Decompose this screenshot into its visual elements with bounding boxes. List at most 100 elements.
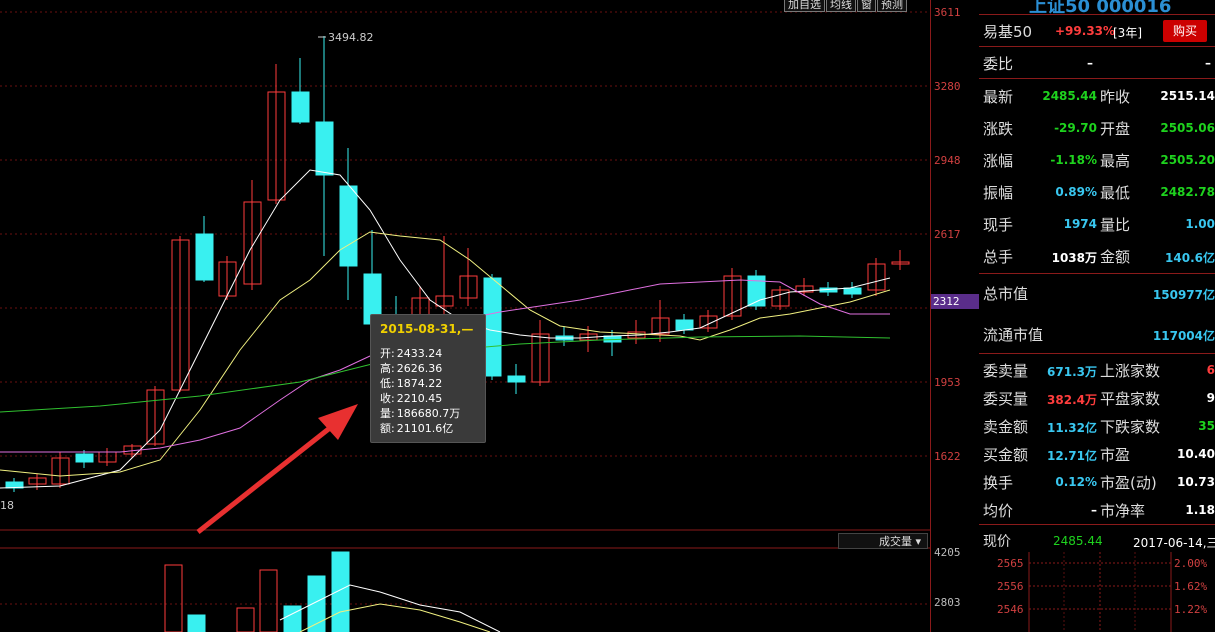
quote-label: 市净率 — [1100, 502, 1146, 520]
chart-toolbar: 加自选 均线 窗 预测 — [783, 0, 907, 12]
y-tick: 3280 — [934, 80, 961, 93]
quote-row: 最新 2485.44 昨收 2515.14 — [979, 82, 1215, 110]
quote-value: 0.89% — [1055, 185, 1097, 199]
tooltip-open: 开: 2433.24 — [380, 347, 443, 360]
quote-label: 金额 — [1100, 248, 1131, 266]
mini-right-tick: 1.22% — [1174, 603, 1207, 616]
weibi-row: 委比 – – — [979, 49, 1215, 77]
y-tick: 1953 — [934, 376, 961, 389]
mini-left-tick: 2565 — [997, 557, 1024, 570]
quote-value: 671.3万 — [1047, 365, 1097, 379]
add-watchlist-button[interactable]: 加自选 — [784, 0, 825, 12]
quote-value: 0.12% — [1055, 475, 1097, 489]
quote-row: 涨跌 -29.70 开盘 2505.06 — [979, 114, 1215, 142]
mcap-label: 总市值 — [983, 285, 1029, 303]
volume-bar — [187, 614, 206, 632]
quote-label: 上涨家数 — [1100, 362, 1161, 380]
now-label: 现价 — [983, 534, 1011, 550]
fund-return: +99.33% — [1055, 24, 1116, 38]
quote-label: 涨幅 — [983, 152, 1014, 170]
quote-label: 开盘 — [1100, 120, 1131, 138]
quote-value: 2505.06 — [1160, 121, 1215, 135]
candle-body — [843, 287, 862, 295]
quote-row: 振幅 0.89% 最低 2482.78 — [979, 178, 1215, 206]
quote-label: 委买量 — [983, 390, 1029, 408]
quote-row: 换手 0.12% 市盈(动) 10.73 — [979, 468, 1215, 496]
quote-label: 委卖量 — [983, 362, 1029, 380]
quote-panel: 上证50 000016 易基50 +99.33% [3年] 购买 委比 – – … — [979, 0, 1215, 632]
quote-row: 均价 – 市净率 1.18 — [979, 496, 1215, 524]
now-price: 2485.44 — [1053, 534, 1103, 548]
quote-value: 2505.20 — [1160, 153, 1215, 167]
annotation-arrow — [196, 418, 342, 534]
quote-value: 382.4万 — [1047, 393, 1097, 407]
quote-value: 10.73 — [1177, 475, 1215, 489]
kline-tooltip: 2015-08-31,— 开: 2433.24 高: 2626.36 低: 1874.… — [370, 314, 486, 443]
quote-value: 6 — [1206, 363, 1215, 377]
float-value: 117004亿 — [1152, 329, 1215, 343]
volume-ma-line — [299, 603, 491, 632]
tooltip-close: 收: 2210.45 — [380, 392, 443, 405]
quote-label: 换手 — [983, 474, 1014, 492]
quote-label: 买金额 — [983, 446, 1029, 464]
quote-row: 委买量 382.4万 平盘家数 9 — [979, 384, 1215, 412]
index-title: 上证50 000016 — [1029, 0, 1172, 17]
buy-button[interactable]: 购买 — [1163, 20, 1207, 42]
fund-row: 易基50 +99.33% [3年] 购买 — [979, 17, 1215, 45]
candle-body — [675, 319, 694, 331]
quote-value: 140.6亿 — [1165, 251, 1215, 265]
quote-value: 2515.14 — [1160, 89, 1215, 103]
quote-value: -1.18% — [1050, 153, 1097, 167]
left-low-label: 18 — [0, 499, 14, 512]
quote-value: 35 — [1198, 419, 1215, 433]
quote-value: 10.40 — [1177, 447, 1215, 461]
volume-bar — [236, 607, 255, 632]
volume-bar — [259, 569, 278, 632]
quote-label: 量比 — [1100, 216, 1131, 234]
quote-label: 振幅 — [983, 184, 1014, 202]
mcap-row: 总市值 150977亿 — [979, 279, 1215, 307]
ma-button[interactable]: 均线 — [826, 0, 856, 12]
float-label: 流通市值 — [983, 326, 1044, 344]
fund-period: [3年] — [1113, 26, 1142, 40]
volume-indicator-select[interactable]: 成交量 — [838, 533, 928, 549]
tooltip-volume: 量: 186680.7万 — [380, 407, 461, 420]
quote-value: -29.70 — [1054, 121, 1097, 135]
volume-bar — [331, 551, 350, 632]
quote-value: 1974 — [1063, 217, 1097, 231]
candle-body — [315, 121, 334, 176]
y-tick: 2617 — [934, 228, 961, 241]
tooltip-date: 2015-08-31,— — [380, 322, 474, 336]
quote-value: 1038万 — [1051, 251, 1097, 265]
now-price-row: 现价 2485.44 2017-06-14,三 — [979, 527, 1215, 555]
peak-label: 3494.82 — [328, 31, 374, 44]
quote-label: 现手 — [983, 216, 1014, 234]
quote-label: 昨收 — [1100, 88, 1131, 106]
tooltip-high: 高: 2626.36 — [380, 362, 443, 375]
mcap-value: 150977亿 — [1152, 288, 1215, 302]
quote-label: 市盈 — [1100, 446, 1131, 464]
quote-row: 涨幅 -1.18% 最高 2505.20 — [979, 146, 1215, 174]
candle-body — [195, 233, 214, 281]
quote-label: 涨跌 — [983, 120, 1014, 138]
quote-row: 现手 1974 量比 1.00 — [979, 210, 1215, 238]
fund-name: 易基50 — [983, 23, 1033, 41]
volume-bar — [283, 605, 302, 632]
quote-value: 2485.44 — [1042, 89, 1097, 103]
volume-tick: 4205 — [934, 546, 961, 559]
quote-label: 总手 — [983, 248, 1014, 266]
candle-body — [339, 185, 358, 267]
forecast-button[interactable]: 预测 — [877, 0, 907, 12]
quote-value: – — [1091, 503, 1097, 517]
y-tick: 2948 — [934, 154, 961, 167]
candle-body — [483, 277, 502, 377]
quote-label: 市盈(动) — [1100, 474, 1157, 492]
window-button[interactable]: 窗 — [857, 0, 876, 12]
candle-body — [75, 453, 94, 463]
mini-left-tick: 2546 — [997, 603, 1024, 616]
quote-value: 2482.78 — [1160, 185, 1215, 199]
candle-body — [291, 91, 310, 123]
float-row: 流通市值 117004亿 — [979, 320, 1215, 348]
current-price-tag: 2312 — [931, 294, 979, 309]
price-axis: 3611 3280 2948 2617 2312 1953 1622 4205 … — [930, 0, 979, 632]
